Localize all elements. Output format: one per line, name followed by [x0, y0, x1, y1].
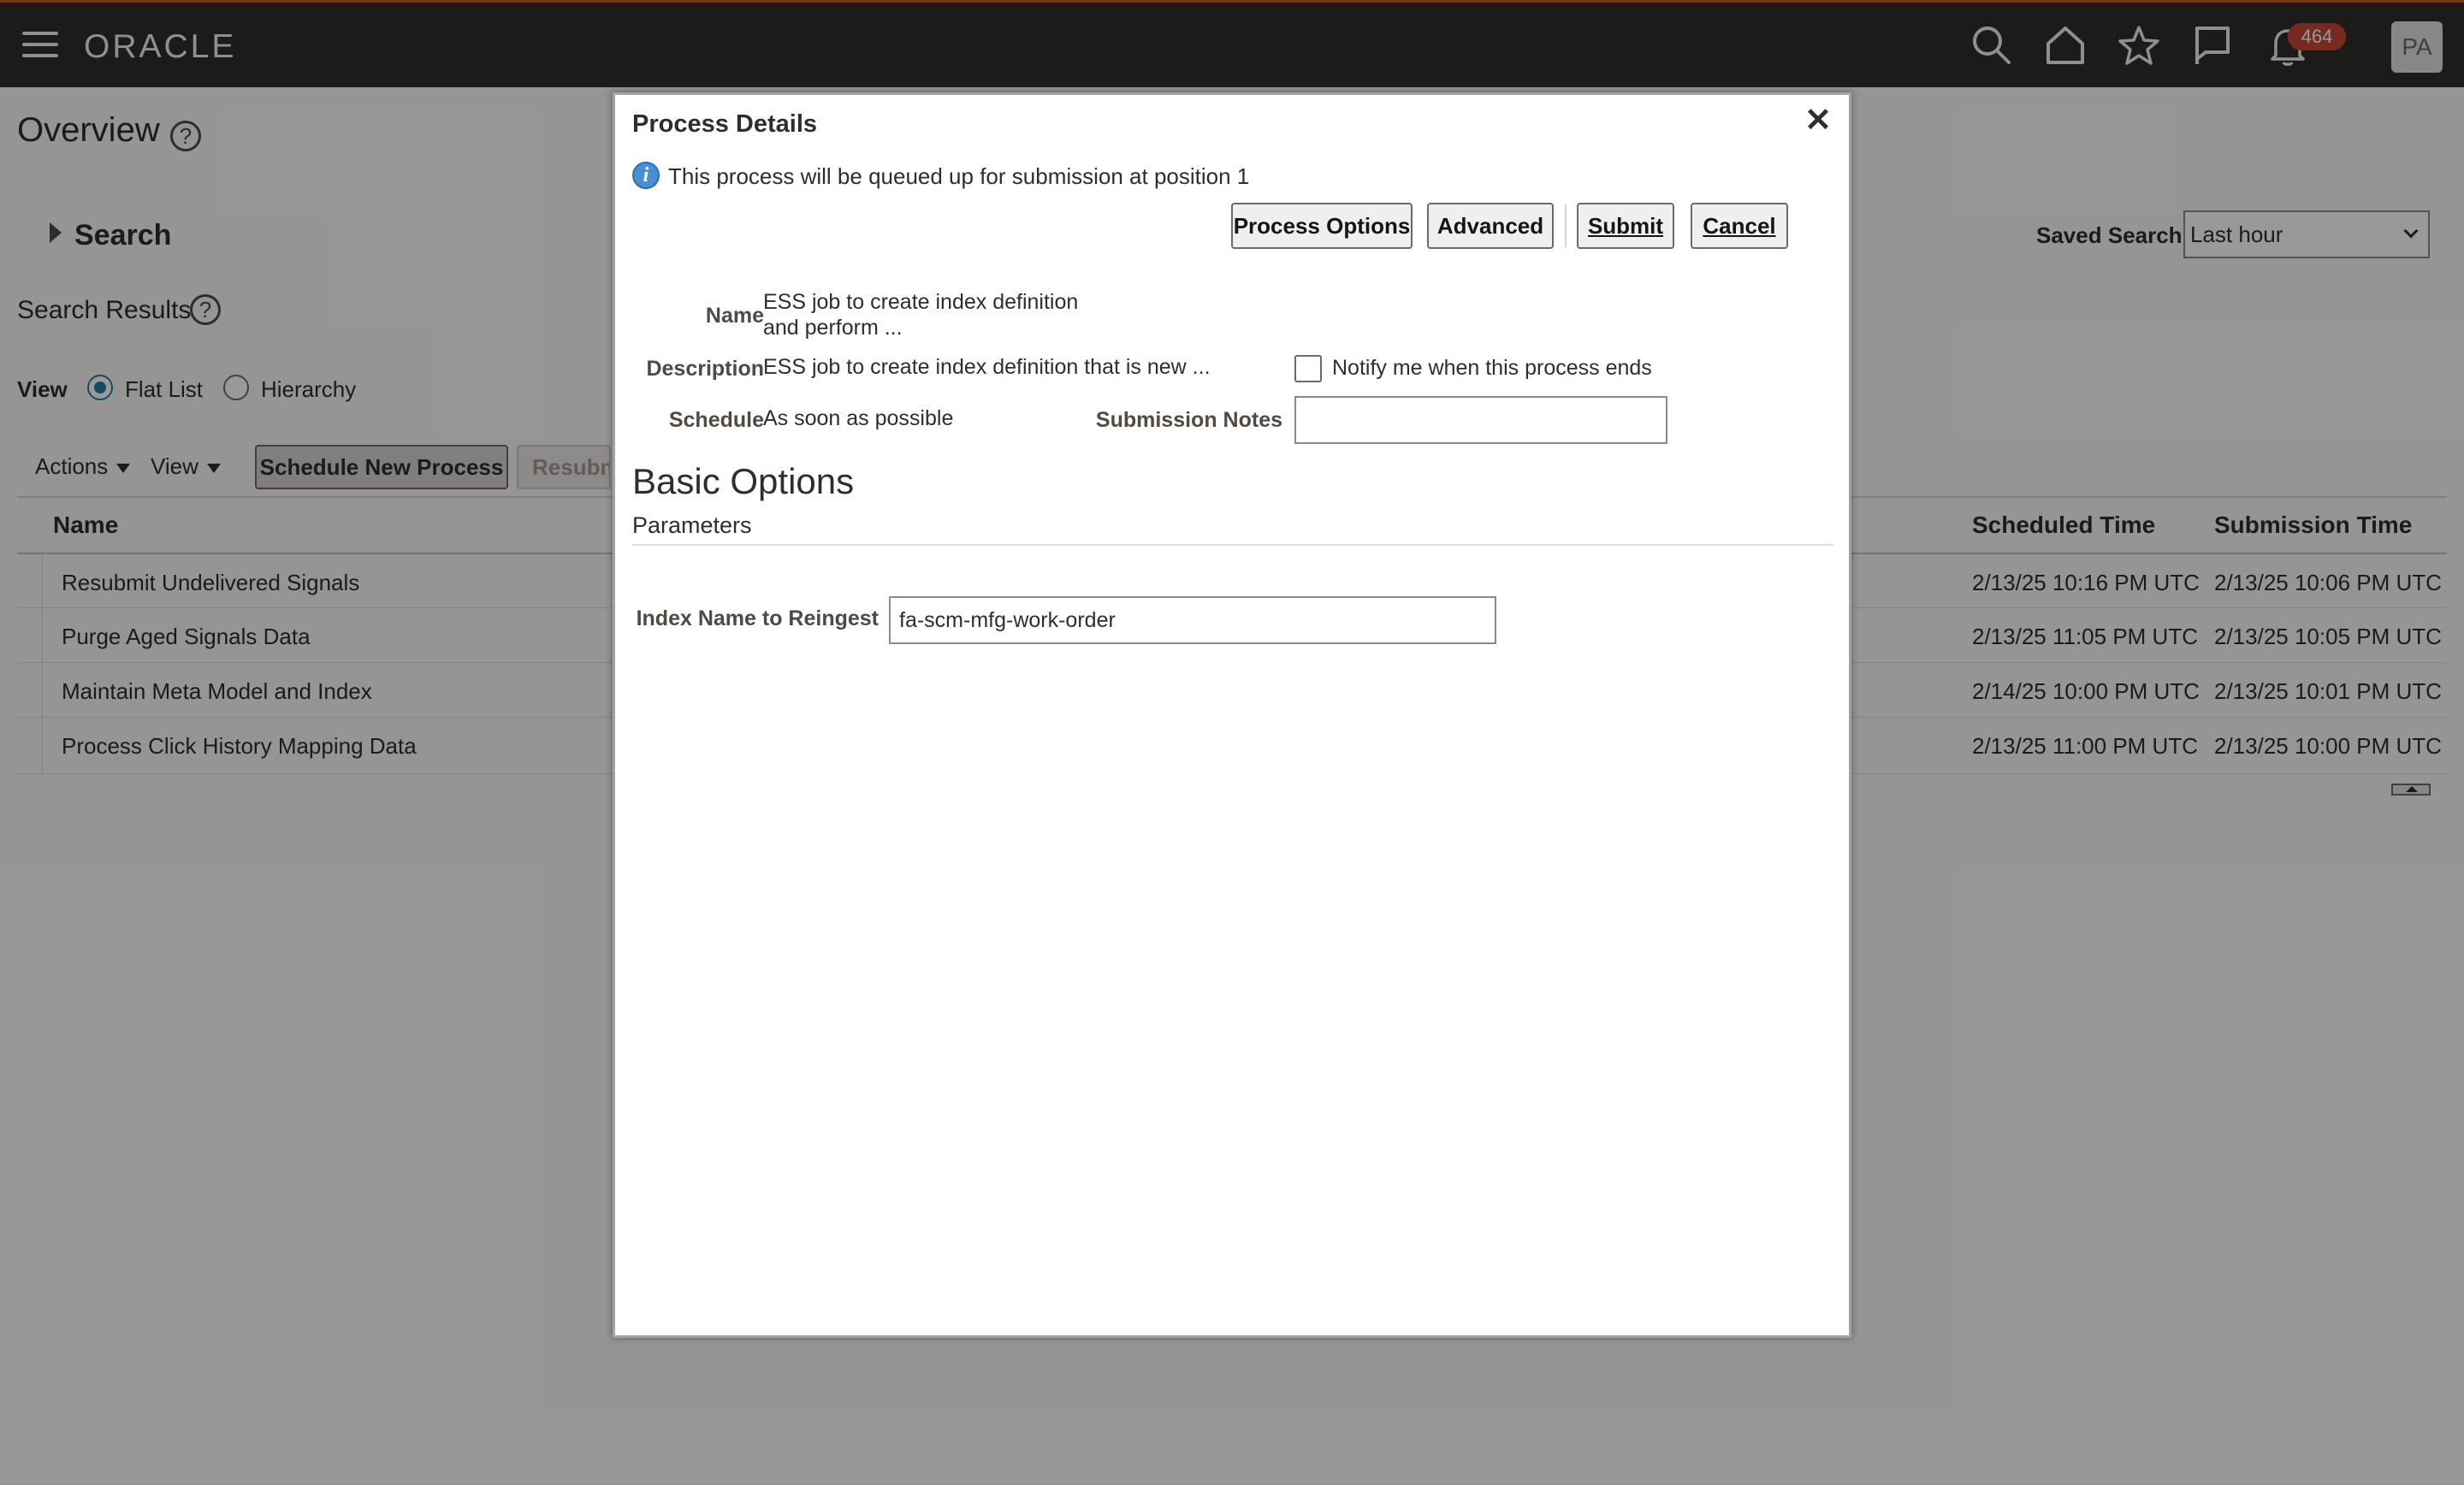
notify-checkbox[interactable]: [1294, 355, 1322, 382]
schedule-label: Schedule: [668, 408, 764, 432]
submission-notes-input[interactable]: [1294, 396, 1667, 444]
name-value-line1: ESS job to create index definition: [763, 290, 1079, 314]
info-icon: i: [632, 162, 660, 189]
process-options-button[interactable]: Process Options: [1231, 203, 1413, 249]
index-name-input[interactable]: fa-scm-mfg-work-order: [889, 596, 1496, 644]
parameters-label: Parameters: [632, 512, 752, 538]
description-label: Description: [646, 357, 764, 381]
schedule-value: As soon as possible: [763, 406, 954, 430]
name-label: Name: [705, 304, 764, 328]
close-icon[interactable]: ✕: [1801, 104, 1835, 138]
cancel-button[interactable]: Cancel: [1691, 203, 1788, 249]
notify-label[interactable]: Notify me when this process ends: [1332, 355, 1652, 381]
info-message: This process will be queued up for submi…: [668, 163, 1250, 189]
button-separator: [1565, 204, 1567, 247]
process-details-dialog: Process Details ✕ i This process will be…: [613, 92, 1851, 1338]
name-value-line2: and perform ...: [763, 316, 903, 340]
dialog-title: Process Details: [632, 110, 818, 138]
description-value: ESS job to create index definition that …: [763, 355, 1211, 379]
index-name-label: Index Name to Reingest: [636, 606, 879, 630]
advanced-button[interactable]: Advanced: [1427, 203, 1554, 249]
submission-notes-label: Submission Notes: [1095, 408, 1282, 432]
parameters-divider: [632, 544, 1833, 546]
submit-button[interactable]: Submit: [1577, 203, 1674, 249]
basic-options-title: Basic Options: [632, 461, 855, 501]
